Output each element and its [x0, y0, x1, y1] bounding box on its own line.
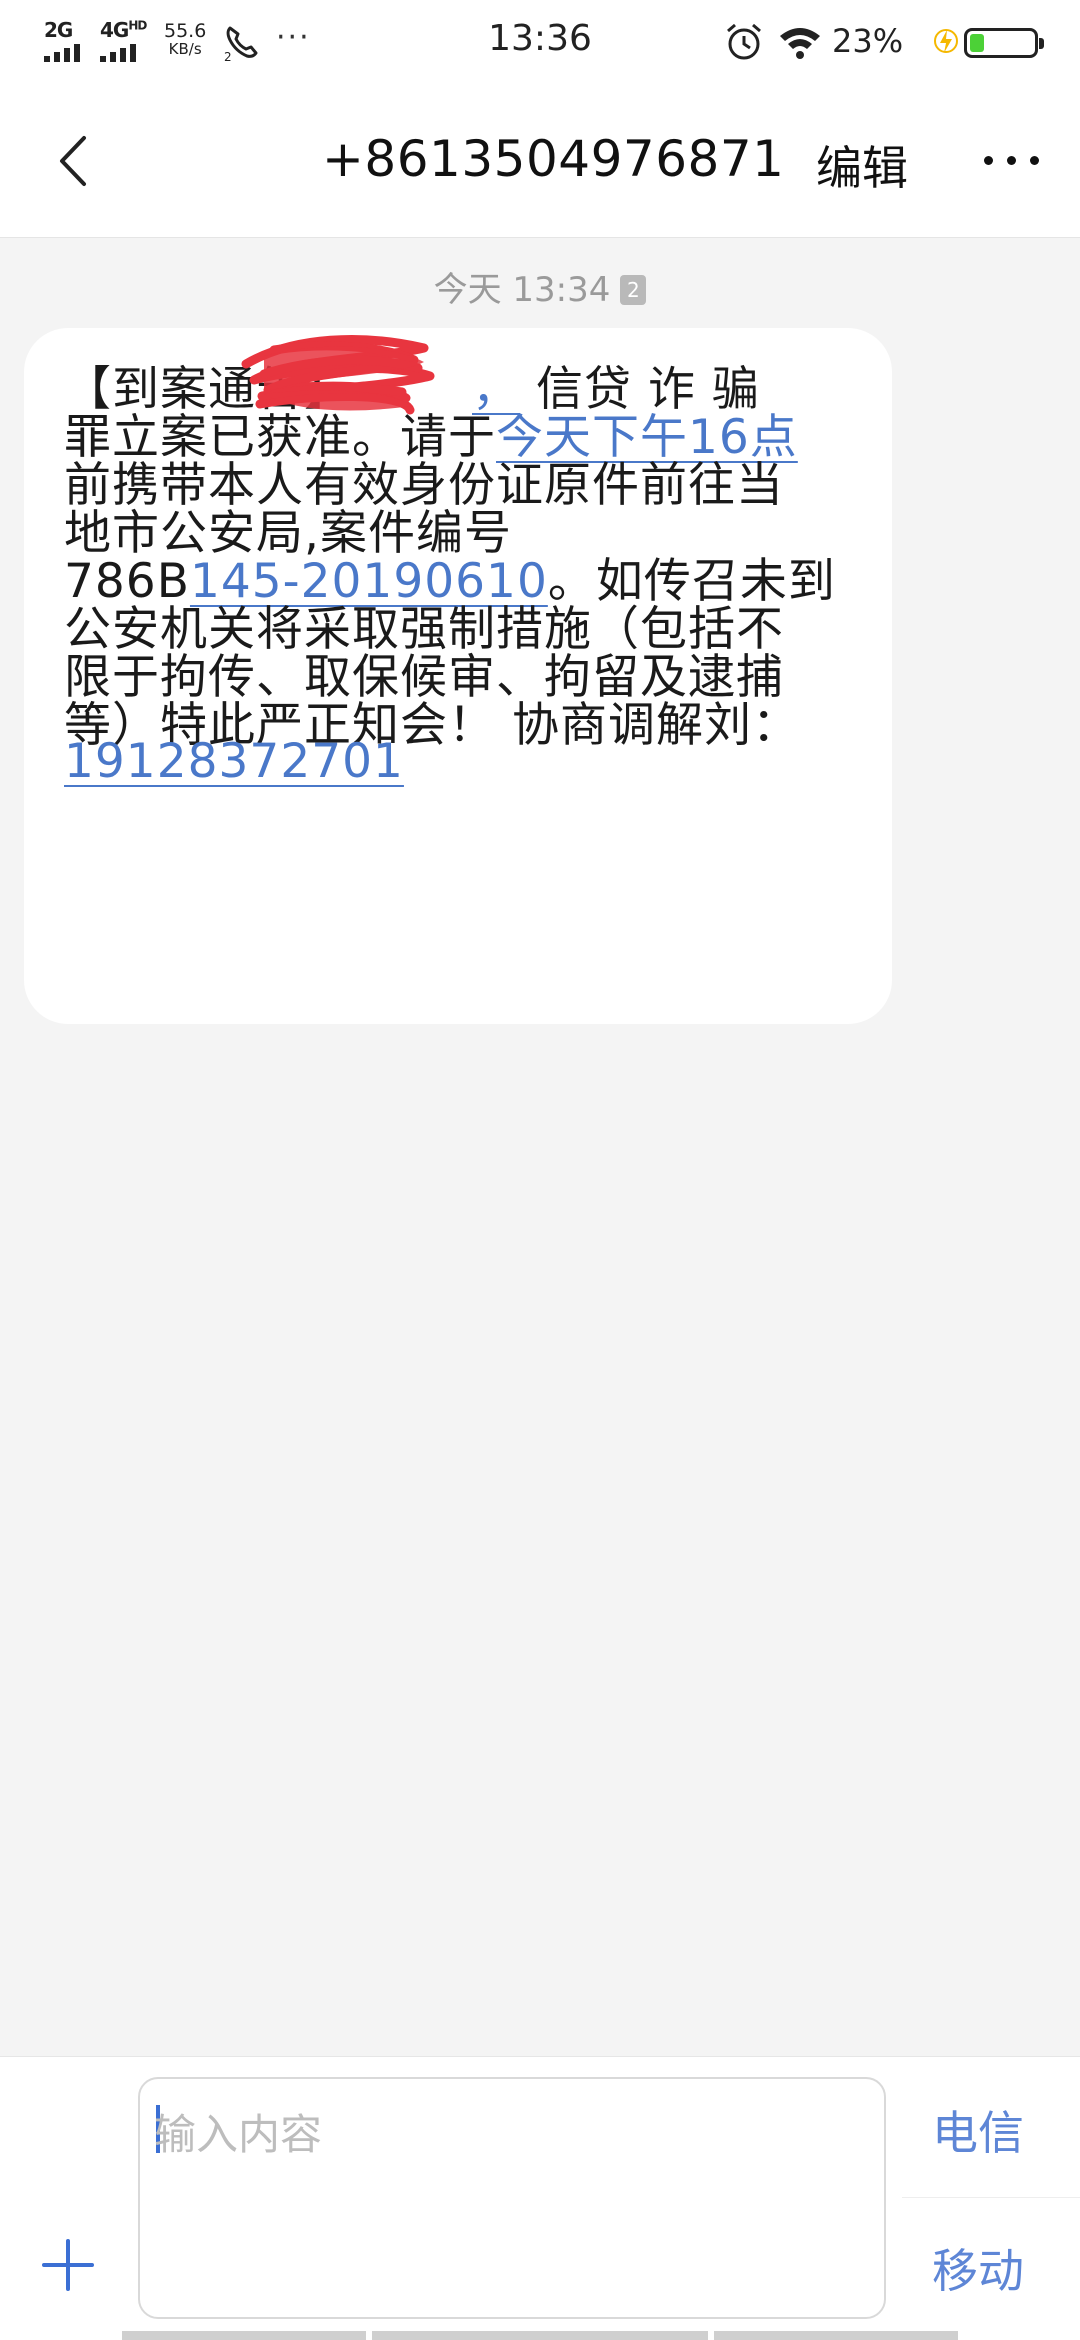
battery-icon: [964, 28, 1044, 58]
send-via-telecom-button[interactable]: 电信: [932, 2097, 1024, 2163]
more-options-icon[interactable]: [980, 140, 1044, 180]
back-arrow-icon[interactable]: [44, 126, 114, 196]
message-input-placeholder: 输入内容: [154, 2110, 323, 2159]
alarm-icon: [727, 23, 761, 60]
message-line: 19128372701: [64, 734, 404, 789]
contact-number-title[interactable]: +8613504976871: [322, 130, 784, 188]
message-bubble[interactable]: 【到案通告】， 信贷 诈 骗 罪立案已获准。请于今天下午16点 前携带本人有效身…: [24, 328, 892, 1024]
nav-hint-bar: [714, 2331, 958, 2340]
timestamp-text: 今天 13:34: [433, 270, 611, 310]
divider: [902, 2197, 1080, 2198]
add-attachment-icon[interactable]: [38, 2235, 98, 2295]
edit-button[interactable]: 编辑: [816, 132, 908, 198]
battery-level: [970, 34, 984, 52]
status-bar: 2G 4GHD 55.6 KB/s 2 ··· 13:36 23%: [0, 0, 1080, 88]
sim-badge: 2: [620, 275, 647, 305]
status-right-group: 23%: [720, 18, 1050, 68]
battery-percent: 23%: [832, 22, 904, 60]
message-list[interactable]: 今天 13:34 2 【到案通告】， 信贷 诈 骗 罪立案已获准。请于今天下午16…: [0, 238, 1080, 2056]
message-input[interactable]: 输入内容: [138, 2077, 886, 2319]
conversation-header: +8613504976871 编辑: [0, 88, 1080, 238]
phone-number-link[interactable]: 19128372701: [64, 734, 404, 789]
message-timestamp: 今天 13:34 2: [0, 262, 1080, 311]
nav-hint-bar: [372, 2331, 708, 2340]
wifi-icon: [780, 28, 820, 59]
charging-icon: [934, 29, 958, 53]
send-via-mobile-button[interactable]: 移动: [932, 2235, 1024, 2301]
nav-hint-bar: [122, 2331, 366, 2340]
compose-bar: 输入内容 电信 移动: [0, 2056, 1080, 2340]
